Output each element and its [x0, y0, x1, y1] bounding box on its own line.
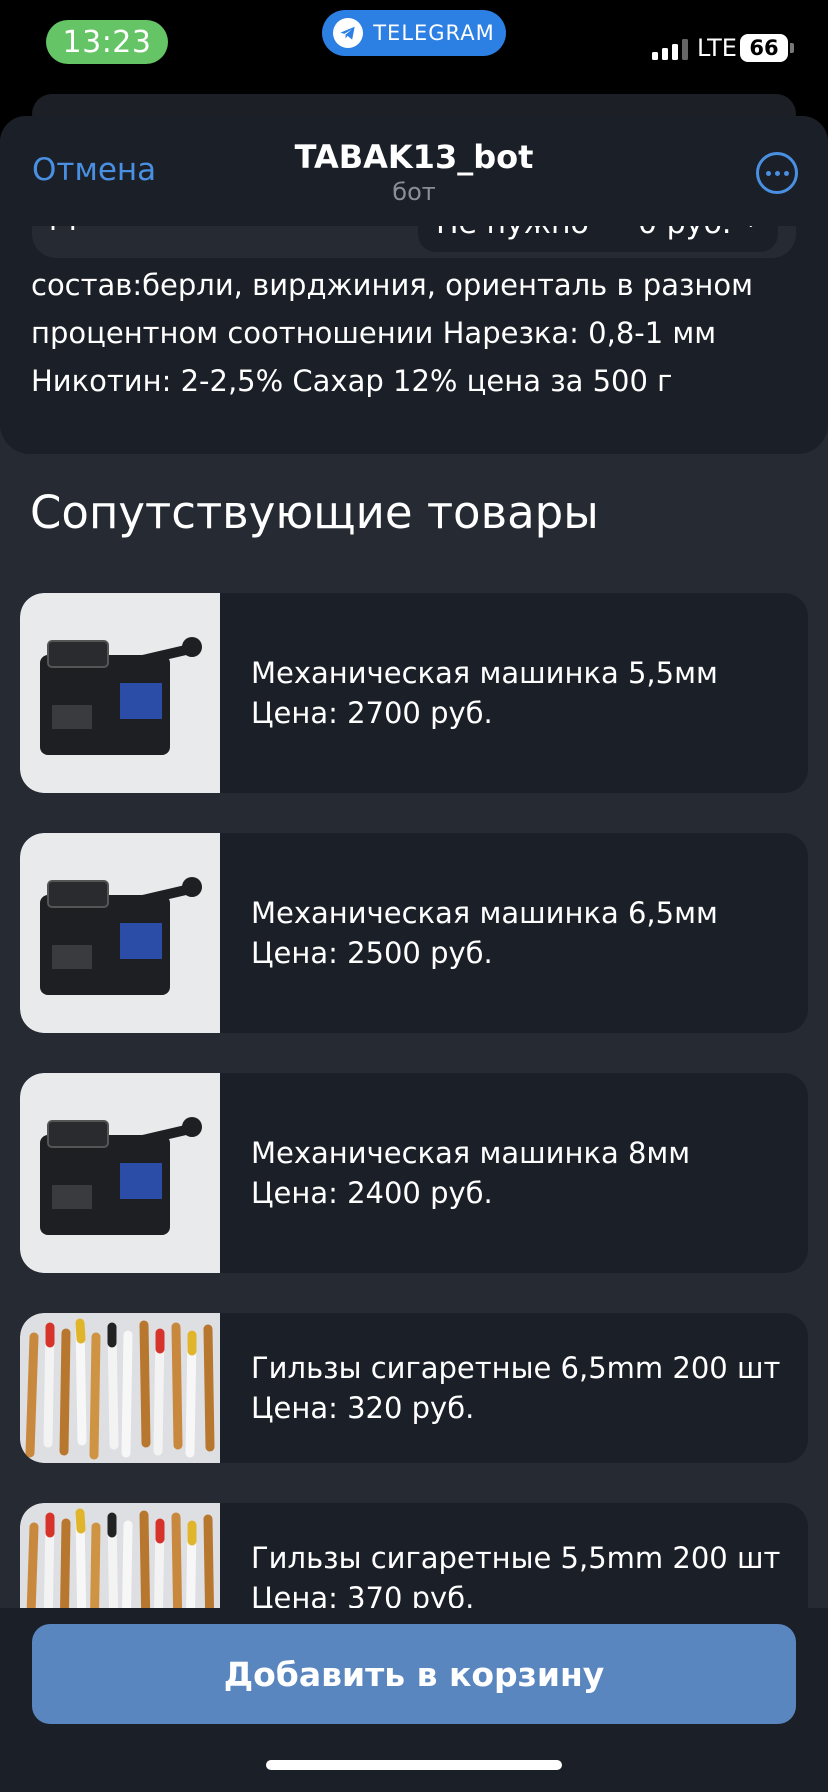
telegram-pill[interactable]: TELEGRAM: [322, 10, 506, 56]
status-time[interactable]: 13:23: [46, 20, 168, 64]
cigarette-tubes-image: [20, 1313, 220, 1463]
product-price: Цена: 320 руб.: [251, 1391, 475, 1425]
rolling-machine-image: [20, 833, 220, 1033]
product-name: Механическая машинка 8мм: [251, 1136, 691, 1170]
product-card[interactable]: Гильзы сигаретные 5,5mm 200 шт Цена: 370…: [20, 1503, 808, 1608]
bot-title: TABAK13_bot: [294, 138, 534, 176]
product-price: Цена: 2400 руб.: [251, 1176, 493, 1210]
related-products-title: Сопутствующие товары: [30, 486, 599, 539]
signal-icon: [652, 38, 688, 60]
telegram-icon: [333, 18, 364, 48]
rolling-machine-image: [20, 593, 220, 793]
webapp-header: Отмена TABAK13_bot бот: [0, 116, 828, 226]
product-price: Цена: 370 руб.: [251, 1581, 475, 1608]
cigarette-tubes-image: [20, 1503, 220, 1608]
product-name: Механическая машинка 6,5мм: [251, 896, 718, 930]
status-bar: 13:23 TELEGRAM LTE 66: [0, 0, 828, 100]
battery-icon: 66: [740, 34, 794, 62]
product-name: Механическая машинка 5,5мм: [251, 656, 718, 690]
product-card[interactable]: Механическая машинка 5,5мм Цена: 2700 ру…: [20, 593, 808, 793]
product-price: Цена: 2700 руб.: [251, 696, 493, 730]
bot-subtitle: бот: [392, 178, 436, 206]
network-type: LTE: [697, 34, 737, 62]
product-card[interactable]: Механическая машинка 8мм Цена: 2400 руб.: [20, 1073, 808, 1273]
rolling-machine-image: [20, 1073, 220, 1273]
scroll-content[interactable]: Добавить ПРОБНИК: Не нужно — 0 руб. ⌄ со…: [0, 116, 828, 1608]
home-indicator[interactable]: [266, 1760, 562, 1770]
telegram-label: TELEGRAM: [373, 21, 495, 45]
product-price: Цена: 2500 руб.: [251, 936, 493, 970]
bottom-action-bar: Добавить в корзину: [0, 1608, 828, 1792]
product-card[interactable]: Механическая машинка 6,5мм Цена: 2500 ру…: [20, 833, 808, 1033]
product-description: состав:берли, вирджиния, ориенталь в раз…: [31, 268, 753, 398]
product-name: Гильзы сигаретные 6,5mm 200 шт: [251, 1351, 781, 1385]
add-to-cart-button[interactable]: Добавить в корзину: [32, 1624, 796, 1724]
web-app-panel: Добавить ПРОБНИК: Не нужно — 0 руб. ⌄ со…: [0, 116, 828, 1792]
related-products-list: Механическая машинка 5,5мм Цена: 2700 ру…: [20, 593, 808, 1608]
more-options-icon[interactable]: [756, 152, 798, 194]
product-card[interactable]: Гильзы сигаретные 6,5mm 200 шт Цена: 320…: [20, 1313, 808, 1463]
product-name: Гильзы сигаретные 5,5mm 200 шт: [251, 1541, 781, 1575]
